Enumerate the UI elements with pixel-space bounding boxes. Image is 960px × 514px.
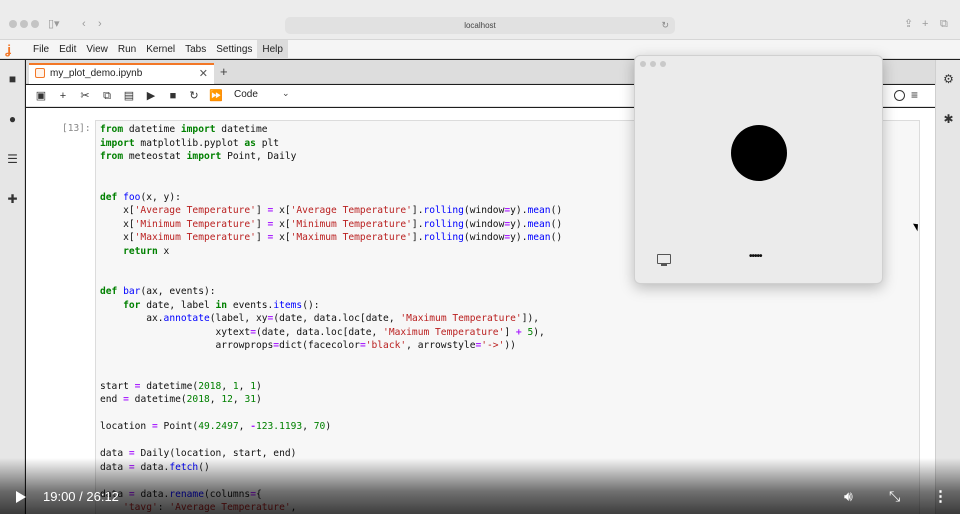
code-content[interactable]: from datetime import datetime import matp… [100,123,562,514]
code-line[interactable]: return x [100,245,562,259]
minimize-window-button[interactable] [20,20,28,28]
menu-help[interactable]: Help [257,40,288,59]
display-icon[interactable] [657,254,671,266]
add-tab-icon[interactable]: + [220,65,228,78]
insert-cell-icon[interactable]: + [56,89,70,103]
code-line[interactable]: start = datetime(2018, 1, 1) [100,380,562,394]
more-vertical-icon[interactable]: ⋮ [933,487,948,505]
restart-icon[interactable]: ↻ [187,89,201,103]
code-line[interactable]: x['Maximum Temperature'] = x['Maximum Te… [100,231,562,245]
close-window-button[interactable] [9,20,17,28]
running-kernels-icon[interactable]: ● [5,112,20,127]
share-icon[interactable]: ⇪ [904,18,913,30]
exit-fullscreen-icon[interactable]: ⤡ [889,488,900,505]
cut-icon[interactable]: ✂ [78,89,92,103]
play-icon[interactable] [16,491,26,503]
property-inspector-icon[interactable]: ⚙ [941,72,956,87]
jupyter-logo-icon: ʝ [5,42,11,57]
code-line[interactable]: def foo(x, y): [100,191,562,205]
debugger-icon[interactable]: ✱ [941,112,956,127]
code-line[interactable]: x['Average Temperature'] = x['Average Te… [100,204,562,218]
left-sidebar: ■ ● ☰ ✚ [0,60,25,514]
tab-label: my_plot_demo.ipynb [50,68,143,79]
code-line[interactable] [100,434,562,448]
run-icon[interactable]: ▶ [144,89,158,103]
sidebar-toggle-icon[interactable]: ▯▾ [48,18,60,30]
code-line[interactable] [100,258,562,272]
menu-tabs[interactable]: Tabs [180,40,211,59]
record-indicator-icon [731,125,787,181]
back-icon[interactable]: ‹ [82,18,86,30]
video-time: 19:00 / 26:12 [43,489,119,504]
code-line[interactable]: from meteostat import Point, Daily [100,150,562,164]
address-text: localhost [464,21,496,30]
menu-view[interactable]: View [81,40,113,59]
table-of-contents-icon[interactable]: ☰ [5,152,20,167]
notebook-icon [35,68,45,78]
code-line[interactable] [100,366,562,380]
code-line[interactable] [100,164,562,178]
chevron-down-icon[interactable]: ⌄ [282,88,290,99]
menu-edit[interactable]: Edit [54,40,81,59]
code-line[interactable]: xytext=(date, data.loc[date, 'Maximum Te… [100,326,562,340]
menu-items: File Edit View Run Kernel Tabs Settings … [28,40,288,59]
menu-kernel[interactable]: Kernel [141,40,180,59]
tab-notebook[interactable]: my_plot_demo.ipynb ✕ [29,63,214,84]
popup-minimize-button[interactable] [650,61,656,67]
cell-prompt: [13]: [62,123,91,134]
code-line[interactable]: end = datetime(2018, 12, 31) [100,393,562,407]
menu-run[interactable]: Run [113,40,141,59]
menu-settings[interactable]: Settings [211,40,257,59]
popup-close-button[interactable] [640,61,646,67]
popup-maximize-button[interactable] [660,61,666,67]
restart-run-all-icon[interactable]: ⏩ [209,89,223,103]
code-line[interactable]: import matplotlib.pyplot as plt [100,137,562,151]
folder-icon[interactable]: ■ [5,72,20,87]
browser-toolbar: ▯▾ ‹ › localhost ↻ ⇪ + ⧉ [0,0,960,40]
video-controls: 19:00 / 26:12 🔊︎ ⤡ ⋮ [0,458,960,514]
code-line[interactable]: def bar(ax, events): [100,285,562,299]
close-icon[interactable]: ✕ [199,67,208,80]
forward-icon[interactable]: › [98,18,102,30]
cell-type-select[interactable]: Code [234,89,258,100]
copy-icon[interactable]: ⧉ [100,89,114,103]
maximize-window-button[interactable] [31,20,39,28]
floating-window[interactable]: ••••• [634,55,883,284]
code-line[interactable]: ax.annotate(label, xy=(date, data.loc[da… [100,312,562,326]
tab-overview-icon[interactable]: ⧉ [940,18,948,30]
paste-icon[interactable]: ▤ [122,89,136,103]
code-line[interactable]: location = Point(49.2497, -123.1193, 70) [100,420,562,434]
hamburger-menu-icon[interactable]: ≡ [911,88,918,102]
more-options-icon[interactable]: ••••• [749,251,762,262]
code-line[interactable]: for date, label in events.items(): [100,299,562,313]
code-line[interactable] [100,407,562,421]
menu-file[interactable]: File [28,40,54,59]
code-line[interactable]: arrowprops=dict(facecolor='black', arrow… [100,339,562,353]
code-line[interactable] [100,177,562,191]
right-sidebar: ⚙ ✱ [935,60,960,514]
address-bar[interactable]: localhost ↻ [285,17,675,34]
code-line[interactable] [100,272,562,286]
code-line[interactable]: x['Minimum Temperature'] = x['Minimum Te… [100,218,562,232]
volume-icon[interactable]: 🔊︎ [844,488,853,505]
kernel-status-icon [894,90,905,101]
save-icon[interactable]: ▣ [34,89,48,103]
code-line[interactable]: from datetime import datetime [100,123,562,137]
extensions-icon[interactable]: ✚ [5,192,20,207]
new-tab-icon[interactable]: + [922,18,928,30]
reload-icon[interactable]: ↻ [661,17,669,34]
code-line[interactable] [100,353,562,367]
stop-icon[interactable]: ■ [166,89,180,103]
